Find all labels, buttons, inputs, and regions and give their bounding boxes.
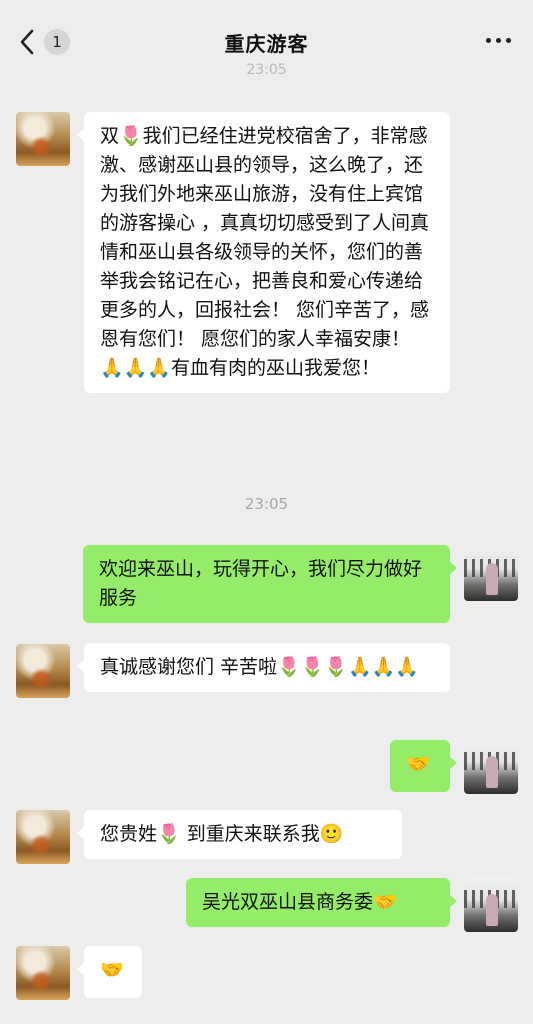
message-bubble-incoming[interactable]: 您贵姓🌷 到重庆来联系我🙂 xyxy=(77,810,402,859)
contact-avatar[interactable] xyxy=(16,810,70,864)
chat-timestamp: 23:05 xyxy=(244,495,289,513)
message-bubble-incoming[interactable]: 真诚感谢您们 辛苦啦🌷🌷🌷🙏🙏🙏 xyxy=(77,643,450,692)
message-bubble-outgoing[interactable]: 吴光双巫山县商务委🤝 xyxy=(186,878,457,927)
message-bubble-incoming[interactable]: 🤝 xyxy=(77,946,142,998)
previous-timestamp: 23:05 xyxy=(246,62,287,78)
chat-title: 重庆游客 xyxy=(224,32,309,56)
more-dots-icon xyxy=(486,38,491,43)
more-button[interactable] xyxy=(486,38,511,43)
contact-avatar[interactable] xyxy=(16,112,70,166)
my-avatar[interactable] xyxy=(464,878,518,932)
my-avatar[interactable] xyxy=(464,740,518,794)
message-bubble-incoming[interactable]: 双🌷我们已经住进党校宿舍了，非常感激、感谢巫山县的领导，这么晚了，还为我们外地来… xyxy=(77,112,450,393)
navigation-bar: 1 重庆游客 23:05 xyxy=(0,0,533,80)
my-avatar[interactable] xyxy=(464,547,518,601)
message-bubble-outgoing[interactable]: 欢迎来巫山，玩得开心，我们尽力做好服务 xyxy=(83,545,457,623)
contact-avatar[interactable] xyxy=(16,644,70,698)
message-bubble-outgoing[interactable]: 🤝 xyxy=(390,740,457,792)
contact-avatar[interactable] xyxy=(16,946,70,1000)
